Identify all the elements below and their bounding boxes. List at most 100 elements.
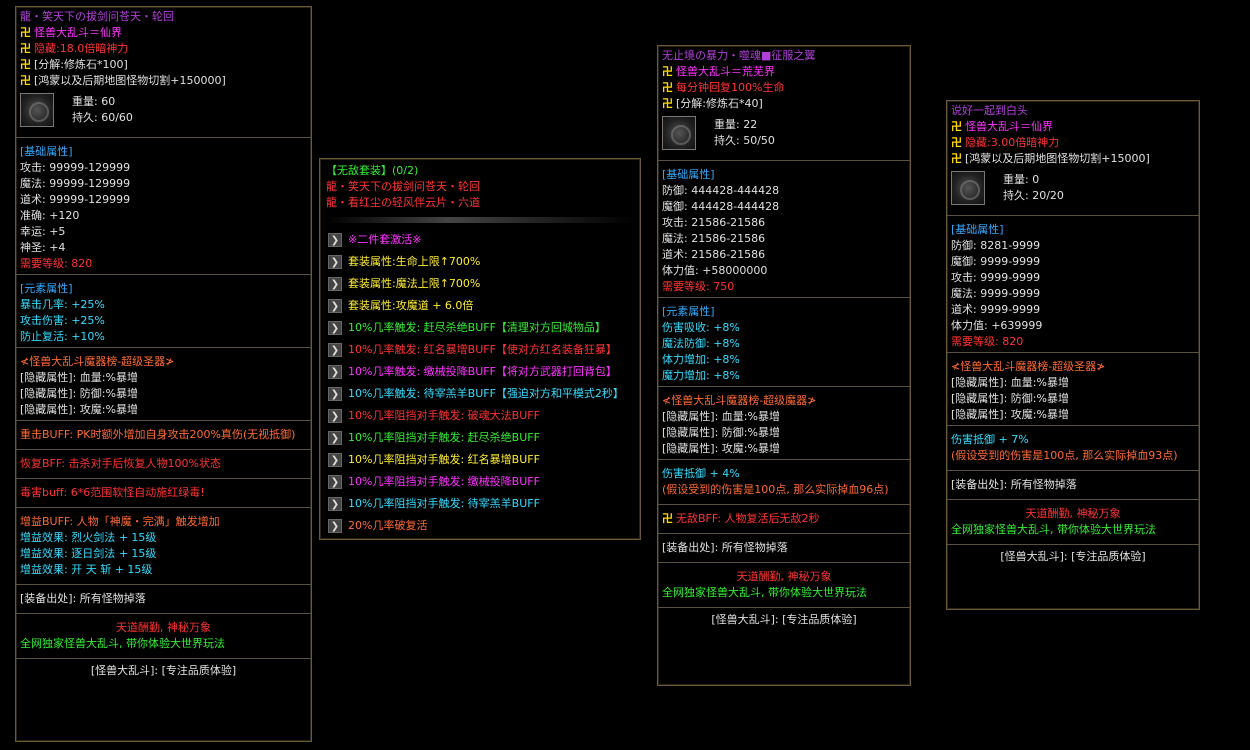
panel-footer: [怪兽大乱斗]: [专注品质体验] bbox=[90, 664, 237, 677]
set-bonus-row: ❯ 10%几率阻挡对手触发: 赶尽杀绝BUFF bbox=[326, 427, 634, 449]
set-bonus-row: ❯ 20%几率破复活 bbox=[326, 515, 634, 537]
swastika-icon: 卍 bbox=[20, 74, 31, 87]
item-title: 无止境の暴力・噬魂■征服之翼 bbox=[662, 49, 816, 62]
set-bonus-row: ❯ 10%几率阻挡对手触发: 红名暴增BUFF bbox=[326, 449, 634, 471]
base-attr-row: 防御: 8281-9999 bbox=[951, 239, 1041, 252]
chevron-right-icon: ❯ bbox=[328, 299, 342, 313]
chevron-right-icon: ❯ bbox=[328, 453, 342, 467]
hidden-attr-row: [隐藏属性]: 血量:%暴增 bbox=[662, 410, 780, 423]
chevron-right-icon: ❯ bbox=[328, 387, 342, 401]
base-attr-row: 防御: 444428-444428 bbox=[662, 184, 780, 197]
damage-resist-note: (假设受到的伤害是100点, 那么实际掉血96点) bbox=[662, 483, 889, 496]
element-attr-row: 体力增加: +8% bbox=[662, 353, 740, 366]
element-attr-row: 魔力增加: +8% bbox=[662, 369, 740, 382]
swastika-icon: 卍 bbox=[662, 65, 673, 78]
damage-resist-note: (假设受到的伤害是100点, 那么实际掉血93点) bbox=[951, 449, 1178, 462]
chevron-right-icon: ❯ bbox=[328, 431, 342, 445]
chevron-right-icon: ❯ bbox=[328, 475, 342, 489]
base-attr-row: 道术: 9999-9999 bbox=[951, 303, 1041, 316]
item-icon bbox=[662, 116, 696, 150]
panel-footer: [怪兽大乱斗]: [专注品质体验] bbox=[1000, 550, 1146, 563]
gain-buff-title: 增益BUFF: 人物「神魔・完满」触发增加 bbox=[20, 515, 220, 528]
element-attr-header: [元素属性] bbox=[662, 305, 715, 318]
element-attr-header: [元素属性] bbox=[20, 282, 73, 295]
swastika-icon: 卍 bbox=[20, 42, 31, 55]
item-weight: 重量: 0 bbox=[1003, 173, 1040, 186]
head-row-text: 怪兽大乱斗＝荒芜界 bbox=[676, 65, 775, 78]
base-attr-row: 攻击: 21586-21586 bbox=[662, 216, 766, 229]
swastika-icon: 卍 bbox=[951, 152, 962, 165]
element-attr-row: 防止复活: +10% bbox=[20, 330, 105, 343]
base-attr-row: 攻击: 9999-9999 bbox=[951, 271, 1041, 284]
gain-effect-row: 增益效果: 逐日剑法 + 15级 bbox=[20, 547, 157, 560]
base-attr-row: 准确: +120 bbox=[20, 209, 80, 222]
base-attr-header: [基础属性] bbox=[951, 223, 1004, 236]
item-source: [装备出处]: 所有怪物掉落 bbox=[662, 541, 788, 554]
swastika-icon: 卍 bbox=[662, 97, 673, 110]
base-attr-row: 幸运: +5 bbox=[20, 225, 66, 238]
damage-resist: 伤害抵御 + 7% bbox=[951, 433, 1029, 446]
set-bonus-text: 10%几率阻挡对手触发: 破魂大法BUFF bbox=[348, 409, 540, 422]
element-attr-row: 攻击伤害: +25% bbox=[20, 314, 105, 327]
set-title: 【无敌套装】(0/2) bbox=[326, 164, 419, 177]
head-row-text: 隐藏:18.0倍暗神力 bbox=[34, 42, 129, 55]
item-source: [装备出处]: 所有怪物掉落 bbox=[951, 478, 1077, 491]
set-item-2: 龍・看红尘の轻风伴云片・六道 bbox=[326, 196, 480, 209]
item-icon bbox=[20, 93, 54, 127]
item-tooltip-sword: 龍・笑天下の拔剑问苍天・轮回 卍怪兽大乱斗＝仙界卍隐藏:18.0倍暗神力卍 [分解… bbox=[15, 6, 312, 742]
buff-invincible: 无敌BFF: 人物复活后无敌2秒 bbox=[676, 512, 820, 525]
chevron-right-icon: ❯ bbox=[328, 321, 342, 335]
head-row: 卍每分钟回复100%生命 bbox=[662, 80, 906, 96]
set-bonus-row: ❯ 10%几率触发: 红名暴增BUFF【使对方红名装备狂暴】 bbox=[326, 339, 634, 361]
base-attr-row: 体力值: +58000000 bbox=[662, 264, 768, 277]
base-attr-row: 魔御: 9999-9999 bbox=[951, 255, 1041, 268]
head-row-text: [分解:修炼石*40] bbox=[676, 97, 763, 110]
set-bonus-text: 10%几率阻挡对手触发: 赶尽杀绝BUFF bbox=[348, 431, 540, 444]
chevron-right-icon: ❯ bbox=[328, 497, 342, 511]
set-divider bbox=[326, 217, 634, 223]
item-tooltip-ring: 说好一起到白头 卍怪兽大乱斗＝仙界卍隐藏:3.00倍暗神力卍 [鸿蒙以及后期地图怪… bbox=[946, 100, 1200, 610]
head-row: 卍 [分解:修炼石*40] bbox=[662, 96, 906, 112]
chevron-right-icon: ❯ bbox=[328, 519, 342, 533]
head-row: 卍隐藏:3.00倍暗神力 bbox=[951, 135, 1195, 151]
head-row: 卍隐藏:18.0倍暗神力 bbox=[20, 41, 307, 57]
item-source: [装备出处]: 所有怪物掉落 bbox=[20, 592, 146, 605]
slogan-line-1: 天道酬勤, 神秘万象 bbox=[1025, 507, 1121, 520]
base-attr-row: 道术: 99999-129999 bbox=[20, 193, 131, 206]
hidden-attr-row: [隐藏属性]: 防御:%暴增 bbox=[662, 426, 780, 439]
set-bonus-row: ❯ 10%几率触发: 缴械投降BUFF【将对方武器打回背包】 bbox=[326, 361, 634, 383]
item-durability: 持久: 50/50 bbox=[714, 134, 775, 147]
base-attr-row: 神圣: +4 bbox=[20, 241, 66, 254]
saint-rank-title: ≮怪兽大乱斗魔器榜-超级圣器≯ bbox=[20, 355, 175, 368]
set-bonus-text: 10%几率阻挡对手触发: 待宰羔羊BUFF bbox=[348, 497, 540, 510]
slogan-line-1: 天道酬勤, 神秘万象 bbox=[736, 570, 832, 583]
set-bonus-text: 10%几率触发: 缴械投降BUFF【将对方武器打回背包】 bbox=[348, 365, 617, 378]
base-attr-header: [基础属性] bbox=[662, 168, 715, 181]
damage-resist: 伤害抵御 + 4% bbox=[662, 467, 740, 480]
set-bonus-row: ❯ 10%几率阻挡对手触发: 缴械投降BUFF bbox=[326, 471, 634, 493]
head-row-text: 隐藏:3.00倍暗神力 bbox=[965, 136, 1060, 149]
set-bonus-text: 10%几率触发: 红名暴增BUFF【使对方红名装备狂暴】 bbox=[348, 343, 617, 356]
hidden-attr-row: [隐藏属性]: 防御:%暴增 bbox=[20, 387, 138, 400]
slogan-line-2: 全网独家怪兽大乱斗, 带你体验大世界玩法 bbox=[20, 637, 225, 650]
set-bonus-row: ❯ ※二件套激活※ bbox=[326, 229, 634, 251]
head-row: 卍 [鸿蒙以及后期地图怪物切割+150000] bbox=[20, 73, 307, 89]
head-row-text: [分解:修炼石*100] bbox=[34, 58, 128, 71]
set-bonus-tooltip: 【无敌套装】(0/2) 龍・笑天下の拔剑问苍天・轮回 龍・看红尘の轻风伴云片・六… bbox=[319, 158, 641, 540]
level-requirement: 需要等级: 820 bbox=[20, 257, 93, 270]
set-bonus-row: ❯ 10%几率触发: 赶尽杀绝BUFF【清理对方回城物品】 bbox=[326, 317, 634, 339]
head-row-text: 怪兽大乱斗＝仙界 bbox=[34, 26, 122, 39]
head-row: 卍怪兽大乱斗＝荒芜界 bbox=[662, 64, 906, 80]
item-weight: 重量: 60 bbox=[72, 95, 116, 108]
head-row: 卍 [鸿蒙以及后期地图怪物切割+15000] bbox=[951, 151, 1195, 167]
saint-rank-title: ≮怪兽大乱斗魔器榜-超级圣器≯ bbox=[951, 360, 1106, 373]
base-attr-row: 攻击: 99999-129999 bbox=[20, 161, 131, 174]
set-bonus-row: ❯ 10%几率触发: 待宰羔羊BUFF【强迫对方和平模式2秒】 bbox=[326, 383, 634, 405]
set-bonus-text: 套装属性:魔法上限↑700% bbox=[348, 277, 481, 290]
hidden-attr-row: [隐藏属性]: 防御:%暴增 bbox=[951, 392, 1069, 405]
slogan-line-2: 全网独家怪兽大乱斗, 带你体验大世界玩法 bbox=[951, 523, 1156, 536]
slogan-line-2: 全网独家怪兽大乱斗, 带你体验大世界玩法 bbox=[662, 586, 867, 599]
element-attr-row: 魔法防御: +8% bbox=[662, 337, 740, 350]
set-bonus-row: ❯ 10%几率阻挡对手触发: 待宰羔羊BUFF bbox=[326, 493, 634, 515]
hidden-attr-row: [隐藏属性]: 攻魔:%暴增 bbox=[951, 408, 1069, 421]
